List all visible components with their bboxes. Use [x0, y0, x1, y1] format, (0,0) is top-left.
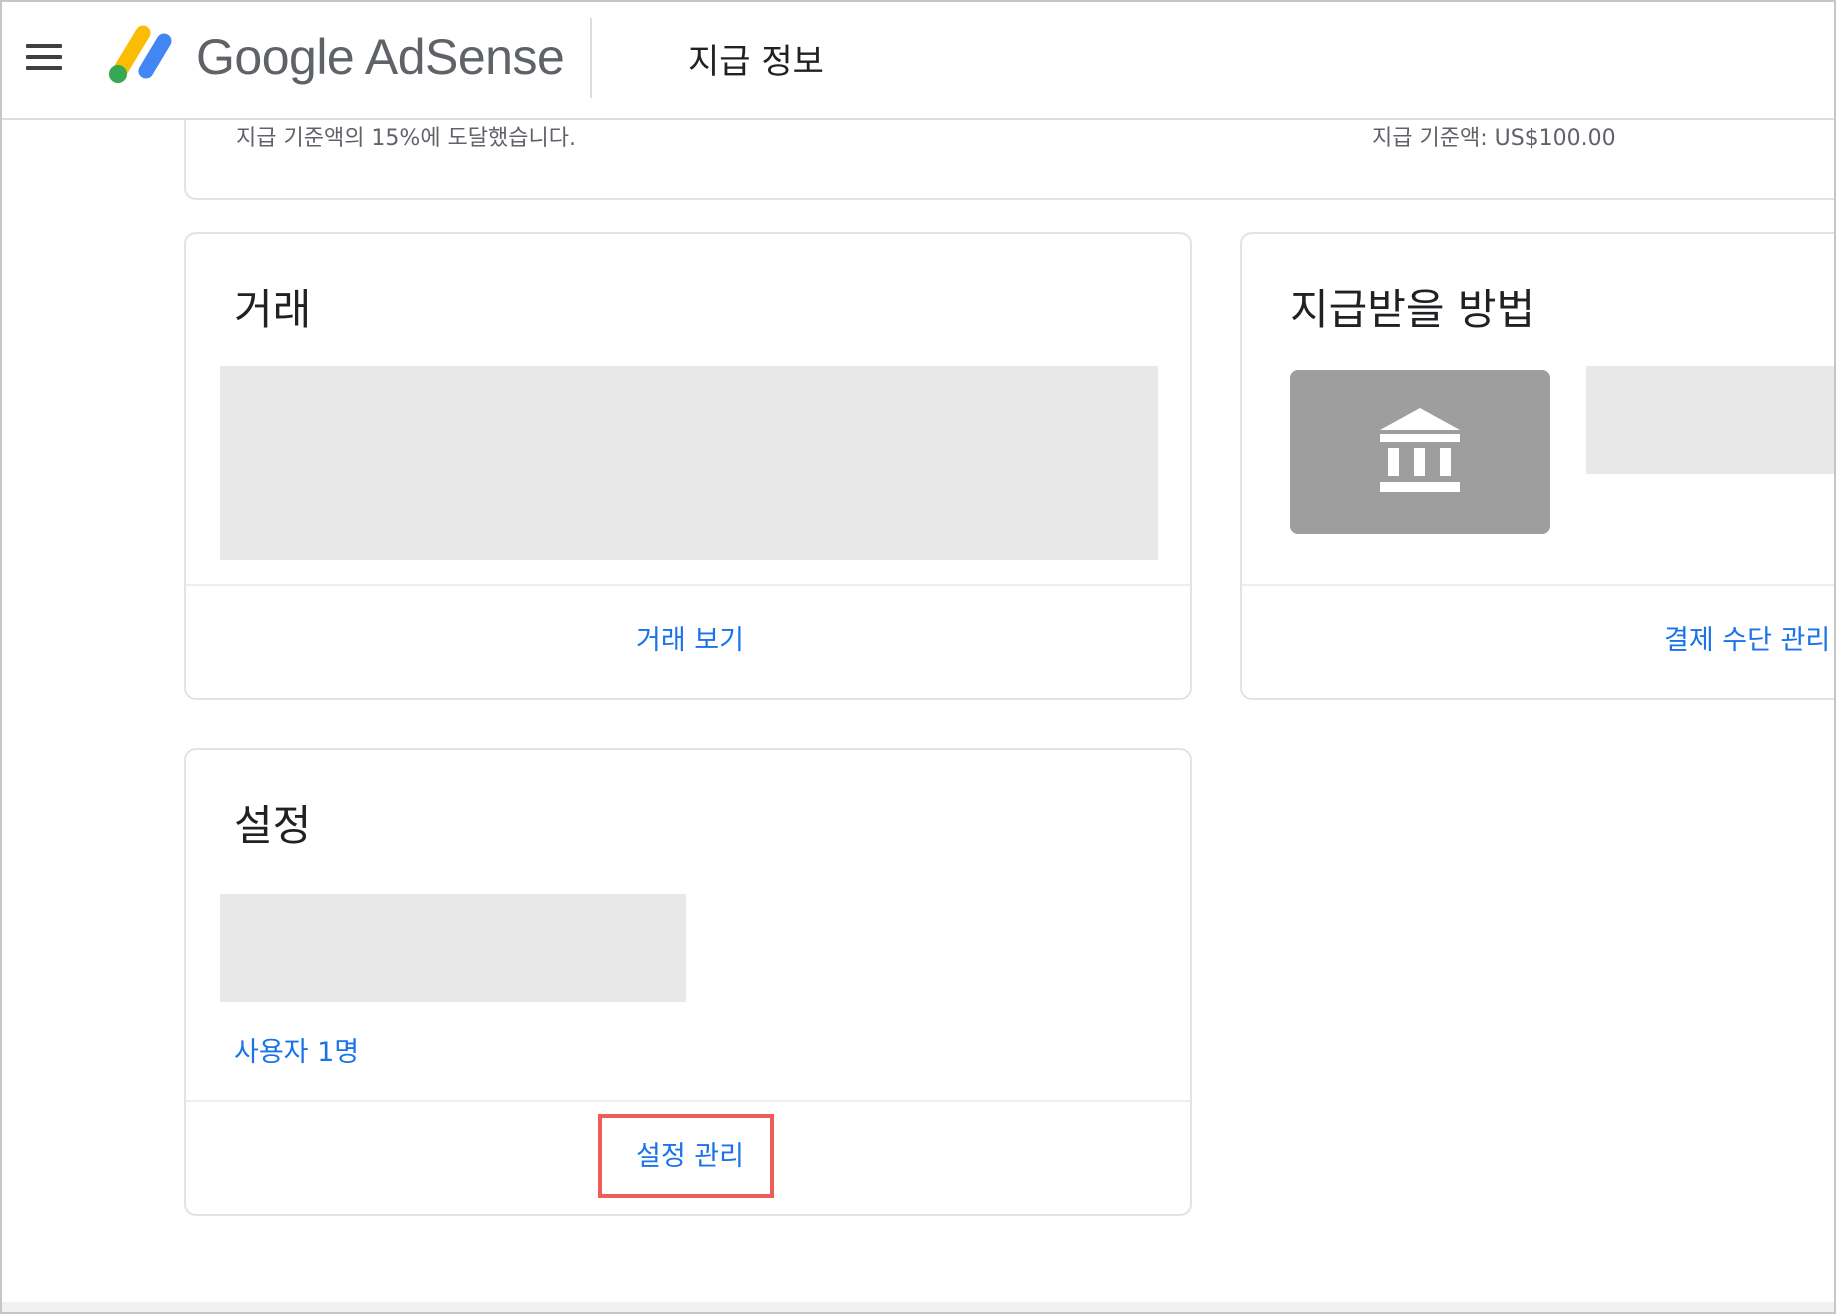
header-divider: [590, 18, 592, 98]
payment-method-title: 지급받을 방법: [1290, 285, 1536, 334]
payment-method-placeholder: [1586, 366, 1834, 474]
manage-settings-highlight-box: [598, 1114, 774, 1198]
transactions-footer: 거래 보기: [186, 584, 1190, 698]
threshold-progress-text: 지급 기준액의 15%에 도달했습니다.: [236, 126, 576, 151]
payment-method-card: 지급받을 방법 결제 수단 관리: [1240, 232, 1834, 700]
transactions-title: 거래: [234, 285, 312, 334]
bottom-edge: [2, 1302, 1834, 1312]
page-title: 지급 정보: [688, 42, 824, 82]
hamburger-menu-icon[interactable]: [24, 42, 64, 72]
transactions-placeholder: [220, 366, 1158, 560]
brand-name: Google AdSense: [196, 29, 565, 85]
transactions-card: 거래 거래 보기: [184, 232, 1192, 700]
settings-title: 설정: [234, 801, 312, 850]
payment-method-footer: 결제 수단 관리: [1242, 584, 1834, 698]
payment-threshold-text: 지급 기준액: US$100.00: [1372, 126, 1616, 151]
manage-payment-methods-link[interactable]: 결제 수단 관리: [1664, 618, 1830, 657]
bank-account-tile: [1290, 370, 1550, 534]
view-transactions-link[interactable]: 거래 보기: [636, 618, 744, 657]
adsense-logo-icon: [109, 25, 172, 83]
top-app-bar: Google AdSense 지급 정보: [2, 2, 1834, 120]
app-window: Google AdSense 지급 정보 지급 기준액의 15%에 도달했습니다…: [0, 0, 1836, 1314]
users-count-link[interactable]: 사용자 1명: [234, 1030, 359, 1069]
settings-placeholder: [220, 894, 686, 1002]
bank-icon: [1380, 408, 1460, 492]
